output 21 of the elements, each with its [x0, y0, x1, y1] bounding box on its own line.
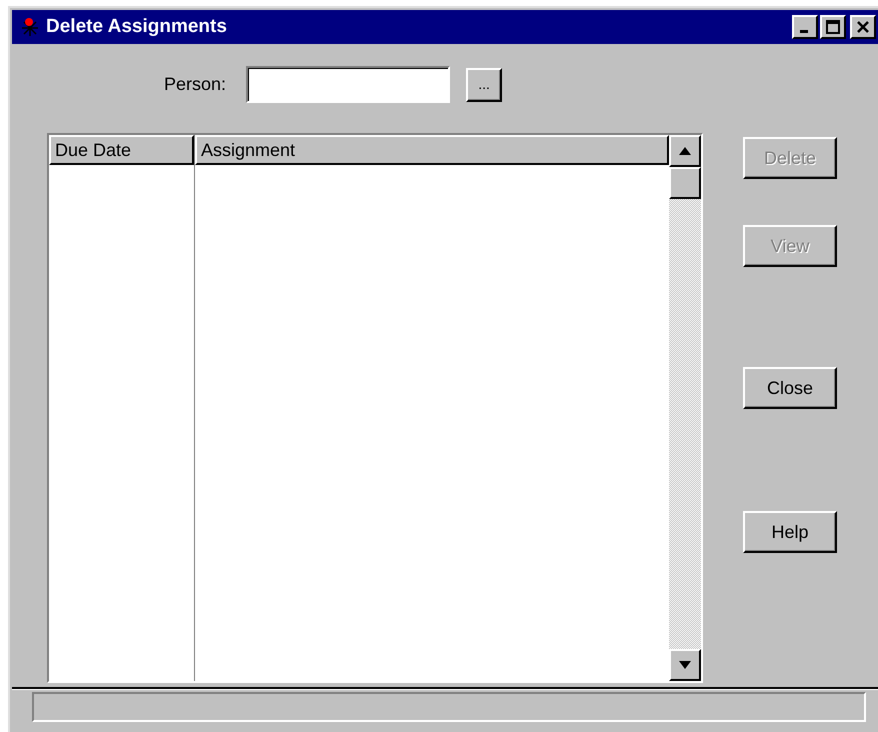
close-button[interactable] [850, 15, 876, 39]
scroll-down-button[interactable] [669, 649, 701, 681]
down-arrow-icon [679, 661, 691, 669]
maximize-icon [826, 20, 840, 34]
scrollbar[interactable] [669, 135, 701, 681]
close-icon [856, 20, 870, 34]
browse-button[interactable]: ... [466, 68, 502, 102]
window-title: Delete Assignments [46, 14, 227, 39]
minimize-button[interactable] [792, 15, 818, 39]
scroll-up-button[interactable] [669, 135, 701, 167]
up-arrow-icon [679, 147, 691, 155]
app-icon [20, 16, 40, 38]
close-button[interactable]: Close [743, 367, 837, 409]
scroll-thumb[interactable] [669, 167, 701, 199]
maximize-button[interactable] [820, 15, 846, 39]
column-header[interactable]: Assignment [195, 135, 669, 165]
person-field[interactable] [246, 66, 450, 103]
column-header[interactable]: Due Date [49, 135, 194, 165]
help-button[interactable]: Help [743, 511, 837, 553]
person-label: Person: [164, 73, 226, 96]
minimize-icon [800, 30, 808, 33]
